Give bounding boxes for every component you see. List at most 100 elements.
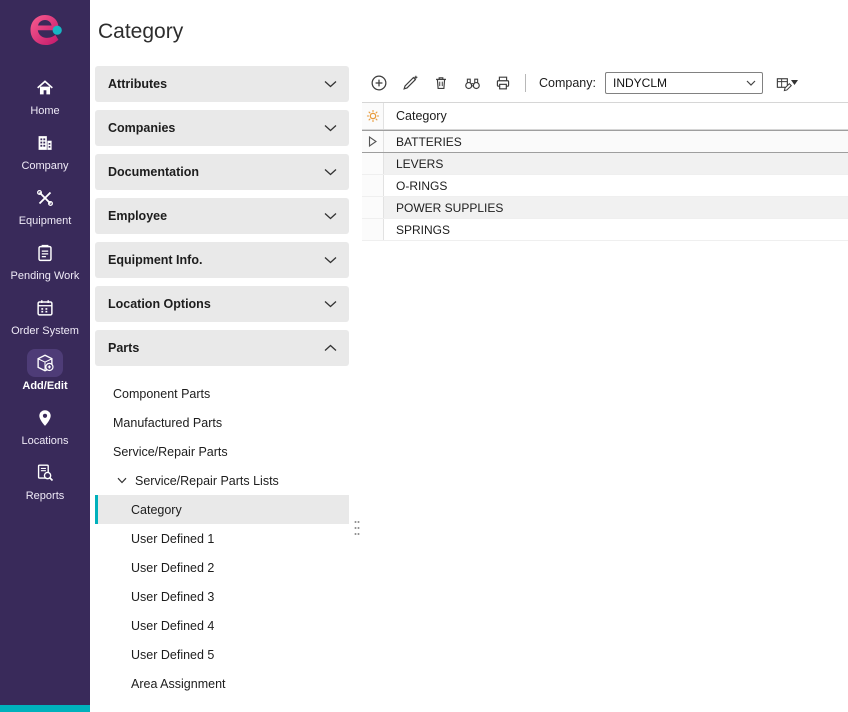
tree-item-component-parts[interactable]: Component Parts [95,379,349,408]
company-select[interactable]: INDYCLM [605,72,763,94]
titlebar: Category [90,0,848,64]
table-row[interactable]: BATTERIES [362,130,848,153]
tree-item-user-defined-3[interactable]: User Defined 3 [95,582,349,611]
tree-item-user-defined-1[interactable]: User Defined 1 [95,524,349,553]
row-indicator-cell [362,219,384,240]
chevron-down-icon [746,80,756,86]
parts-tree: Component Parts Manufactured Parts Servi… [95,379,349,698]
cell-category: SPRINGS [384,219,848,240]
work-area: Company: INDYCLM Categ [362,64,848,712]
pending-work-icon [27,239,63,267]
accordion-label: Companies [108,121,175,135]
tree-item-category[interactable]: Category [95,495,349,524]
sidebar-item-company[interactable]: Company [2,123,88,178]
accordion-label: Location Options [108,297,211,311]
chevron-down-icon [324,300,337,308]
tree-item-area-assignment[interactable]: Area Assignment [95,669,349,698]
cell-category: POWER SUPPLIES [384,197,848,218]
toolbar-separator [525,74,526,92]
table-row[interactable]: POWER SUPPLIES [362,197,848,219]
navigation-panel: Attributes Companies Documentation Emplo… [90,64,352,712]
tree-item-label: User Defined 4 [131,619,214,633]
tree-item-label: User Defined 3 [131,590,214,604]
company-icon [27,129,63,157]
sidebar-item-label: Home [30,105,59,117]
add-edit-icon [27,349,63,377]
row-indicator-cell [362,175,384,196]
current-row-arrow-icon [368,136,377,147]
accordion-location-options[interactable]: Location Options [95,286,349,322]
accordion-parts[interactable]: Parts [95,330,349,366]
category-grid: Category BATTERIES LEVERS O-RI [362,102,848,712]
tree-item-label: User Defined 2 [131,561,214,575]
delete-button[interactable] [430,72,452,94]
column-header-category[interactable]: Category [384,103,848,129]
cell-category: BATTERIES [384,131,848,152]
sidebar-item-equipment[interactable]: Equipment [2,178,88,233]
sidebar-item-reports[interactable]: Reports [2,453,88,508]
sidebar-item-home[interactable]: Home [2,68,88,123]
app-logo [24,9,66,56]
tree-item-service-repair-parts[interactable]: Service/Repair Parts [95,437,349,466]
accordion-label: Employee [108,209,167,223]
sidebar-item-label: Locations [21,435,68,447]
accordion-label: Parts [108,341,139,355]
chevron-down-icon [324,124,337,132]
sidebar-item-pending-work[interactable]: Pending Work [2,233,88,288]
chevron-down-icon [324,80,337,88]
tree-item-label: Component Parts [113,387,210,401]
print-button[interactable] [492,72,514,94]
equipment-icon [27,184,63,212]
toolbar: Company: INDYCLM [362,64,848,102]
tree-item-label: Area Assignment [131,677,226,691]
chevron-up-icon [324,344,337,352]
tree-item-label: Service/Repair Parts [113,445,228,459]
accordion-attributes[interactable]: Attributes [95,66,349,102]
accordion-employee[interactable]: Employee [95,198,349,234]
main-area: Category Attributes Companies Documentat… [90,0,848,712]
sun-icon [365,108,381,124]
table-row[interactable]: SPRINGS [362,219,848,241]
trash-icon [432,74,450,92]
tree-item-user-defined-2[interactable]: User Defined 2 [95,553,349,582]
chevron-down-icon [324,212,337,220]
company-label: Company: [539,76,596,90]
find-button[interactable] [461,72,483,94]
tree-item-user-defined-4[interactable]: User Defined 4 [95,611,349,640]
sidebar-item-label: Add/Edit [22,380,67,392]
sidebar: Home Company Equipment Pending Work Orde [0,0,90,712]
accordion-label: Equipment Info. [108,253,202,267]
sidebar-item-label: Equipment [19,215,72,227]
row-indicator-header [362,103,384,129]
edit-button[interactable] [399,72,421,94]
printer-icon [494,74,512,92]
table-row[interactable]: O-RINGS [362,175,848,197]
logo-e-icon [24,9,66,51]
customize-grid-button[interactable] [772,72,798,94]
cell-category: LEVERS [384,153,848,174]
row-indicator-cell [362,153,384,174]
accordion-documentation[interactable]: Documentation [95,154,349,190]
tree-group-service-repair-parts-lists[interactable]: Service/Repair Parts Lists [95,466,349,495]
sidebar-item-locations[interactable]: Locations [2,398,88,453]
panel-splitter[interactable] [352,64,362,712]
accordion-companies[interactable]: Companies [95,110,349,146]
tree-item-label: User Defined 5 [131,648,214,662]
tree-group-label: Service/Repair Parts Lists [135,474,279,488]
cell-category: O-RINGS [384,175,848,196]
sidebar-item-label: Pending Work [11,270,80,282]
sidebar-item-label: Company [21,160,68,172]
sidebar-item-order-system[interactable]: Order System [2,288,88,343]
sidebar-item-add-edit[interactable]: Add/Edit [2,343,88,398]
edit-wand-icon [401,74,419,92]
add-icon [370,74,388,92]
chevron-down-icon [324,256,337,264]
tree-item-manufactured-parts[interactable]: Manufactured Parts [95,408,349,437]
add-button[interactable] [368,72,390,94]
accordion-label: Documentation [108,165,199,179]
app-window: Home Company Equipment Pending Work Orde [0,0,848,712]
splitter-grip-icon [354,520,360,541]
tree-item-user-defined-5[interactable]: User Defined 5 [95,640,349,669]
table-row[interactable]: LEVERS [362,153,848,175]
accordion-equipment-info[interactable]: Equipment Info. [95,242,349,278]
